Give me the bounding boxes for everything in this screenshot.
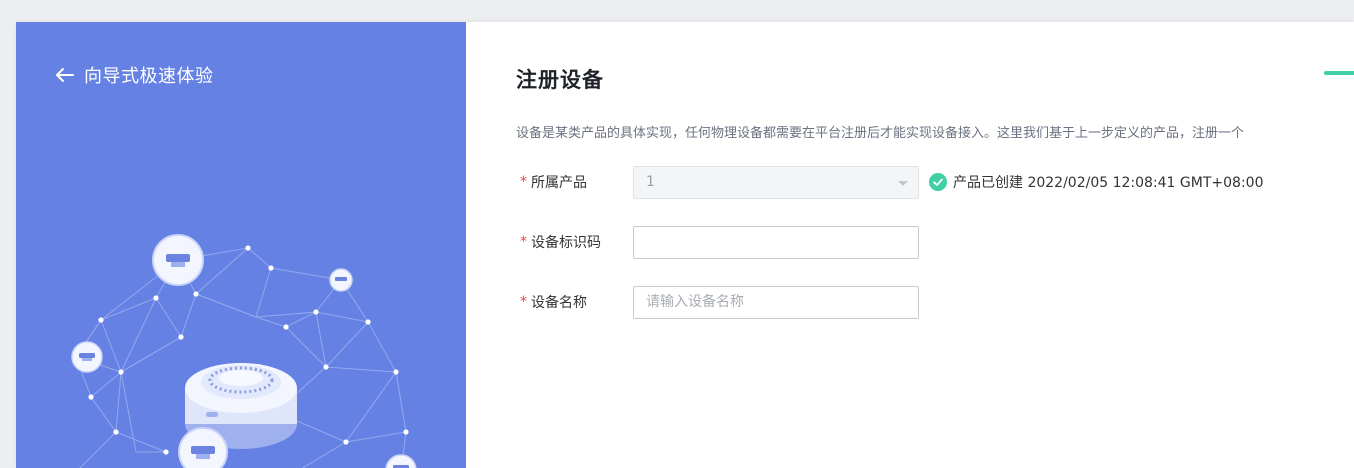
guide-panel: 向导式极速体验 <box>16 22 466 468</box>
required-mark: * <box>520 174 527 190</box>
device-id-row: * 设备标识码 <box>516 224 919 260</box>
required-mark: * <box>520 294 527 310</box>
back-button[interactable]: 向导式极速体验 <box>54 62 214 88</box>
iot-network-illustration <box>71 234 417 468</box>
register-device-form: 注册设备 设备是某类产品的具体实现，任何物理设备都需要在平台注册后才能实现设备接… <box>466 22 1354 468</box>
device-name-row: * 设备名称 <box>516 284 919 320</box>
page-title: 注册设备 <box>516 68 604 92</box>
form-description: 设备是某类产品的具体实现，任何物理设备都需要在平台注册后才能实现设备接入。这里我… <box>516 126 1245 141</box>
device-id-input[interactable] <box>633 225 919 259</box>
step-progress-indicator <box>1324 71 1354 75</box>
product-select-value: 1 <box>646 174 655 190</box>
device-name-input[interactable] <box>633 285 919 319</box>
product-row: * 所属产品 1 产品已创建 2022/02/05 12:08:41 GMT+0… <box>516 164 1263 200</box>
product-status-text: 产品已创建 2022/02/05 12:08:41 GMT+08:00 <box>953 175 1264 191</box>
product-label: 所属产品 <box>531 175 587 191</box>
product-status: 产品已创建 2022/02/05 12:08:41 GMT+08:00 <box>929 172 1263 192</box>
back-label: 向导式极速体验 <box>84 66 214 87</box>
device-id-label: 设备标识码 <box>531 235 601 251</box>
chevron-down-icon <box>898 180 908 186</box>
arrow-left-icon <box>56 68 74 82</box>
check-circle-icon <box>929 173 947 191</box>
wizard-panel: 向导式极速体验 注册设备 设备是某类产品的具体实现，任何物理设备都需要在平台注册… <box>16 22 1354 468</box>
required-mark: * <box>520 234 527 250</box>
device-name-label: 设备名称 <box>531 295 587 311</box>
product-select[interactable]: 1 <box>633 165 919 199</box>
